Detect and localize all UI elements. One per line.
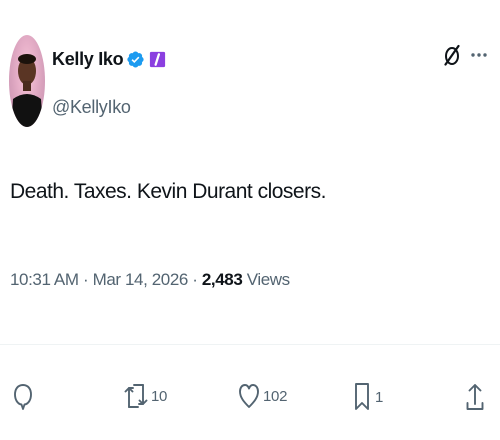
views-label: Views [242, 270, 290, 289]
retweet-button[interactable]: 10 [124, 382, 167, 410]
retweet-count: 10 [151, 387, 168, 405]
retweet-icon [124, 382, 148, 410]
like-button[interactable]: 102 [238, 382, 287, 410]
grok-icon[interactable] [443, 44, 461, 66]
share-button[interactable] [465, 382, 485, 412]
verified-badge-icon [126, 50, 145, 69]
tweet-time[interactable]: 10:31 AM [10, 270, 79, 289]
avatar-photo [11, 54, 43, 127]
avatar[interactable] [9, 35, 45, 127]
bookmark-icon [352, 382, 372, 412]
tweet-top-actions [443, 44, 487, 66]
tweet-detail: Kelly Iko @KellyIko Death. Taxes. Kevin … [0, 0, 500, 440]
author-name-row: Kelly Iko [52, 49, 167, 70]
reply-icon [12, 382, 34, 410]
affiliate-badge-icon[interactable] [148, 50, 167, 69]
author-handle[interactable]: @KellyIko [52, 97, 131, 118]
more-icon[interactable] [471, 52, 487, 58]
bookmark-button[interactable]: 1 [352, 382, 383, 412]
reply-button[interactable] [12, 382, 37, 410]
tweet-text: Death. Taxes. Kevin Durant closers. [10, 180, 326, 203]
views-count: 2,483 [201, 270, 243, 289]
share-icon [465, 382, 485, 412]
bookmark-count: 1 [375, 388, 384, 406]
like-count: 102 [263, 387, 288, 405]
meta-separator: · [187, 270, 202, 289]
like-icon [238, 382, 260, 410]
meta-separator: · [78, 270, 93, 289]
divider [0, 344, 500, 345]
tweet-date[interactable]: Mar 14, 2026 [93, 270, 189, 289]
author-display-name[interactable]: Kelly Iko [52, 49, 124, 70]
tweet-action-bar: 10 102 1 [0, 382, 500, 422]
tweet-meta: 10:31 AM · Mar 14, 2026 · 2,483 Views [10, 270, 290, 290]
